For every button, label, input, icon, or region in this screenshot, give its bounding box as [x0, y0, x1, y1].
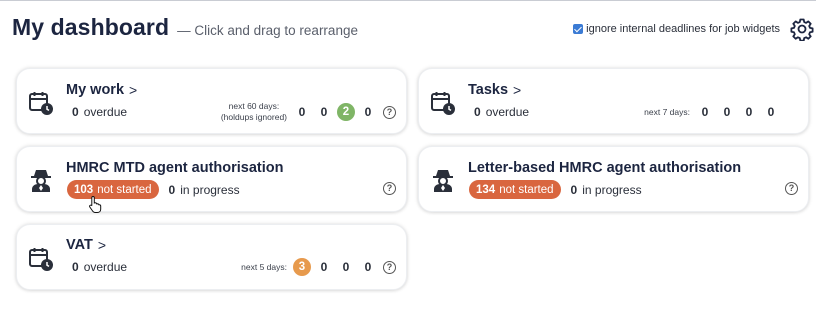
- widget-title: HMRC MTD agent authorisation: [66, 160, 284, 176]
- page-subtitle: — Click and drag to rearrange: [177, 23, 358, 38]
- page-header: My dashboard — Click and drag to rearran…: [12, 14, 358, 44]
- count-cell[interactable]: 0: [760, 105, 782, 119]
- ignore-deadlines-label: ignore internal deadlines for job widget…: [586, 23, 780, 35]
- top-border: [0, 0, 816, 1]
- hand-pointer-cursor-icon: [89, 195, 102, 213]
- overdue-label: overdue: [83, 260, 128, 274]
- next-period-label: next 7 days:: [644, 106, 690, 117]
- agent-spy-icon: [433, 170, 453, 192]
- widget-title-text: Letter-based HMRC agent authorisation: [468, 160, 742, 176]
- help-area: ?: [379, 182, 396, 195]
- calendar-clock-icon: [29, 248, 53, 271]
- in-progress-label[interactable]: in progress: [582, 183, 641, 197]
- chevron-right-icon: >: [129, 82, 138, 98]
- help-icon[interactable]: ?: [383, 260, 396, 274]
- in-progress-label[interactable]: in progress: [180, 183, 239, 197]
- not-started-count: 103: [74, 183, 94, 196]
- not-started-count: 134: [476, 183, 496, 196]
- count-cell[interactable]: 0: [694, 105, 716, 119]
- help-icon[interactable]: ?: [383, 105, 396, 119]
- page-title: My dashboard: [12, 14, 170, 40]
- count-cell-highlight[interactable]: 3: [293, 258, 311, 276]
- widget-title-link[interactable]: VAT >: [66, 237, 106, 253]
- ignore-deadlines-checkbox[interactable]: [573, 24, 584, 34]
- status-summary: 134 not started 0 in progress: [469, 180, 642, 199]
- overdue-count: 0: [72, 260, 79, 274]
- count-cell-highlight[interactable]: 2: [337, 103, 355, 121]
- widget-title-link[interactable]: My work >: [66, 82, 137, 98]
- help-icon[interactable]: ?: [383, 182, 396, 195]
- widget-vat[interactable]: VAT > 0 overdue next 5 days: 3 0 0 0 ?: [16, 224, 407, 290]
- overdue-label: overdue: [83, 105, 128, 119]
- widget-hmrc-mtd[interactable]: HMRC MTD agent authorisation 103 not sta…: [16, 146, 407, 212]
- upcoming-counts: next 60 days: (holdups ignored) 0 0 2 0 …: [221, 101, 396, 123]
- not-started-label: not started: [97, 183, 152, 196]
- settings-gear-icon[interactable]: [790, 17, 814, 41]
- count-cell[interactable]: 0: [291, 105, 313, 119]
- widget-title: Tasks: [468, 82, 509, 98]
- count-cell[interactable]: 0: [313, 260, 335, 274]
- calendar-clock-icon: [29, 92, 53, 115]
- calendar-clock-icon: [431, 92, 455, 115]
- count-cell[interactable]: 0: [716, 105, 738, 119]
- widget-tasks[interactable]: Tasks > 0 overdue next 7 days: 0 0 0 0: [418, 68, 809, 134]
- widget-title: VAT: [66, 237, 93, 253]
- count-cell[interactable]: 0: [738, 105, 760, 119]
- in-progress-count[interactable]: 0: [169, 183, 176, 197]
- upcoming-counts: next 7 days: 0 0 0 0: [644, 105, 782, 119]
- next-period-label: next 5 days:: [241, 261, 287, 272]
- widget-my-work[interactable]: My work > 0 overdue next 60 days: (holdu…: [16, 68, 407, 134]
- chevron-right-icon: >: [97, 237, 107, 253]
- count-cell[interactable]: 0: [313, 105, 335, 119]
- overdue-label: overdue: [485, 105, 530, 119]
- widget-title: My work: [66, 82, 125, 98]
- overdue-summary[interactable]: 0 overdue: [72, 260, 127, 274]
- widget-title: Letter-based HMRC agent authorisation: [468, 160, 741, 176]
- overdue-summary[interactable]: 0 overdue: [474, 105, 529, 119]
- widget-title-link[interactable]: Tasks >: [468, 82, 521, 98]
- count-cell[interactable]: 0: [357, 105, 379, 119]
- ignore-deadlines-option[interactable]: ignore internal deadlines for job widget…: [573, 23, 780, 35]
- help-area: ?: [781, 182, 798, 195]
- widget-letter-hmrc[interactable]: Letter-based HMRC agent authorisation 13…: [418, 146, 809, 212]
- chevron-right-icon: >: [513, 82, 522, 98]
- agent-spy-icon: [31, 170, 51, 192]
- upcoming-counts: next 5 days: 3 0 0 0 ?: [241, 258, 396, 276]
- overdue-summary[interactable]: 0 overdue: [72, 105, 127, 119]
- not-started-label: not started: [499, 183, 554, 196]
- holdups-note: (holdups ignored): [220, 112, 287, 122]
- next-period-text: next 60 days:: [228, 101, 280, 111]
- widget-title-text: HMRC MTD agent authorisation: [66, 160, 284, 176]
- next-period-label: next 60 days: (holdups ignored): [221, 101, 287, 123]
- overdue-count: 0: [474, 105, 481, 119]
- in-progress-count[interactable]: 0: [571, 183, 578, 197]
- help-icon[interactable]: ?: [785, 182, 798, 195]
- count-cell[interactable]: 0: [335, 260, 357, 274]
- not-started-badge[interactable]: 103 not started: [67, 180, 159, 199]
- not-started-badge[interactable]: 134 not started: [469, 180, 561, 199]
- overdue-count: 0: [72, 105, 79, 119]
- count-cell[interactable]: 0: [357, 260, 379, 274]
